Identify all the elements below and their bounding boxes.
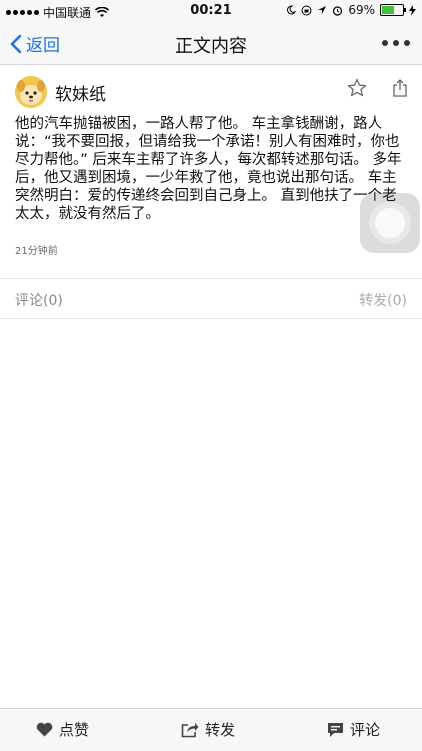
battery-fill [382,6,394,14]
favorite-button[interactable] [347,78,367,102]
post-author: 软妹纸 [15,76,106,108]
post-content: 他的汽车抛锚被困，一路人帮了他。 车主拿钱酬谢，路人说：“我不要回报，但请给我一… [15,116,402,222]
comment-label: 评论 [350,721,381,739]
status-bar-right: 69% [286,3,416,17]
divider [0,278,422,279]
like-label: 点赞 [59,721,90,739]
post-time: 21分钟前 [15,246,58,257]
avatar[interactable] [15,76,47,108]
moon-icon [287,5,297,15]
more-dot-icon [393,40,399,46]
comment-button[interactable]: 评论 [327,719,380,740]
forward-label: 转发 [205,721,236,739]
assistive-touch-center [375,208,405,238]
like-button[interactable]: 点赞 [36,719,89,740]
share-icon [393,79,407,97]
share-button[interactable] [392,78,408,102]
author-name[interactable]: 软妹纸 [55,80,106,105]
status-bar: 中国联通 00:21 69% [0,0,422,22]
nav-bar: 返回 正文内容 [0,22,422,65]
more-dot-icon [404,40,410,46]
tab-forwards[interactable]: 转发(0) [359,290,407,310]
assistive-touch-button[interactable] [360,193,420,253]
page-title: 正文内容 [175,36,247,57]
charging-icon [409,4,416,16]
battery-icon [380,4,406,16]
comment-icon [328,722,343,737]
battery-percent: 69% [348,3,375,17]
bottom-toolbar: 点赞 转发 评论 [0,708,422,751]
heart-icon [36,722,53,737]
divider [0,318,422,319]
alarm-icon [333,5,343,16]
forward-button[interactable]: 转发 [181,719,235,740]
more-button[interactable] [382,40,410,46]
forward-icon [181,723,199,738]
dog-avatar-icon [15,76,47,108]
orientation-lock-icon [301,5,312,15]
star-icon [347,78,367,97]
location-icon [318,6,327,14]
more-dot-icon [382,40,388,46]
tab-comments[interactable]: 评论(0) [15,290,63,310]
